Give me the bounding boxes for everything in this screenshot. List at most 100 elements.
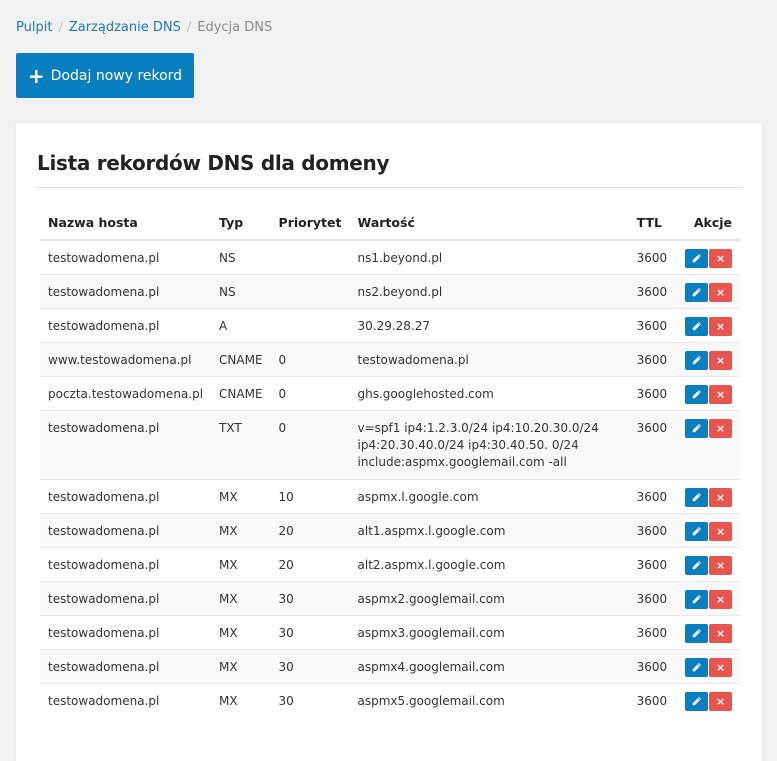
cell-priority: 10 xyxy=(270,478,350,513)
cell-host: testowadomena.pl xyxy=(40,239,212,274)
table-row: testowadomena.pl MX 30 aspmx2.googlemail.co… xyxy=(40,580,740,615)
cell-host: testowadomena.pl xyxy=(40,614,212,649)
cell-priority: 30 xyxy=(270,682,350,717)
cell-type: NS xyxy=(211,239,271,274)
delete-record-button[interactable]: × xyxy=(709,384,732,404)
cell-type: A xyxy=(211,307,271,342)
cell-priority: 20 xyxy=(270,546,350,581)
table-row: testowadomena.pl NS ns1.beyond.pl 3600 × xyxy=(40,239,740,274)
cell-ttl: 3600 xyxy=(628,375,676,410)
delete-record-button[interactable]: × xyxy=(709,350,732,370)
close-icon: × xyxy=(715,626,726,640)
cell-host: testowadomena.pl xyxy=(40,648,212,683)
delete-record-button[interactable]: × xyxy=(709,555,732,575)
delete-record-button[interactable]: × xyxy=(709,521,732,541)
cell-actions: × xyxy=(675,546,740,581)
cell-type: MX xyxy=(211,682,271,717)
delete-record-button[interactable]: × xyxy=(709,316,732,336)
cell-priority: 20 xyxy=(270,512,350,547)
edit-record-button[interactable] xyxy=(685,282,708,302)
edit-record-button[interactable] xyxy=(685,316,708,336)
edit-record-button[interactable] xyxy=(685,589,708,609)
table-row: testowadomena.pl A 30.29.28.27 3600 × xyxy=(40,307,740,342)
edit-record-button[interactable] xyxy=(685,555,708,575)
panel-title: Lista rekordów DNS dla domeny xyxy=(37,151,390,175)
close-icon: × xyxy=(715,421,726,435)
cell-actions: × xyxy=(675,273,740,308)
header-ttl: TTL xyxy=(628,205,676,241)
table-header-row: Nazwa hosta Typ Priorytet Wartość TTL Ak… xyxy=(40,205,740,241)
delete-record-button[interactable]: × xyxy=(709,249,732,268)
pencil-icon xyxy=(692,526,701,535)
breadcrumb-separator: / xyxy=(58,20,63,35)
cell-priority xyxy=(270,273,350,308)
delete-record-button[interactable]: × xyxy=(709,589,732,609)
cell-ttl: 3600 xyxy=(628,546,676,581)
edit-record-button[interactable] xyxy=(685,384,708,404)
edit-record-button[interactable] xyxy=(685,487,708,507)
cell-ttl: 3600 xyxy=(628,648,676,683)
delete-record-button[interactable]: × xyxy=(709,657,732,677)
cell-priority xyxy=(270,239,350,274)
table-row: testowadomena.pl MX 30 aspmx3.googlemail.co… xyxy=(40,614,740,649)
cell-ttl: 3600 xyxy=(628,409,676,479)
table-row: testowadomena.pl MX 20 alt2.aspmx.l.google.… xyxy=(40,546,740,581)
breadcrumb-home-link[interactable]: Pulpit xyxy=(16,20,52,35)
edit-record-button[interactable] xyxy=(685,418,708,438)
cell-ttl: 3600 xyxy=(628,580,676,615)
cell-host: testowadomena.pl xyxy=(40,478,212,513)
pencil-icon xyxy=(692,423,701,432)
cell-ttl: 3600 xyxy=(628,682,676,717)
cell-type: MX xyxy=(211,512,271,547)
cell-actions: × xyxy=(675,239,740,274)
delete-record-button[interactable]: × xyxy=(709,418,732,438)
cell-actions: × xyxy=(675,648,740,683)
edit-record-button[interactable] xyxy=(685,657,708,677)
cell-host: testowadomena.pl xyxy=(40,307,212,342)
cell-value: aspmx3.googlemail.com xyxy=(349,614,629,649)
table-body: testowadomena.pl NS ns1.beyond.pl 3600 × test… xyxy=(40,239,740,717)
cell-type: NS xyxy=(211,273,271,308)
cell-host: testowadomena.pl xyxy=(40,546,212,581)
edit-record-button[interactable] xyxy=(685,249,708,268)
close-icon: × xyxy=(715,490,726,504)
delete-record-button[interactable]: × xyxy=(709,623,732,643)
close-icon: × xyxy=(715,252,726,265)
close-icon: × xyxy=(715,285,726,299)
cell-value: aspmx4.googlemail.com xyxy=(349,648,629,683)
cell-ttl: 3600 xyxy=(628,239,676,274)
cell-actions: × xyxy=(675,614,740,649)
add-record-button[interactable]: + Dodaj nowy rekord xyxy=(16,53,194,98)
breadcrumb-dns-manage-link[interactable]: Zarządzanie DNS xyxy=(69,20,181,35)
cell-value: 30.29.28.27 xyxy=(349,307,629,342)
cell-type: CNAME xyxy=(211,375,271,410)
table-row: poczta.testowadomena.pl CNAME 0 ghs.googleh… xyxy=(40,375,740,410)
table-row: testowadomena.pl NS ns2.beyond.pl 3600 × xyxy=(40,273,740,308)
cell-ttl: 3600 xyxy=(628,273,676,308)
cell-actions: × xyxy=(675,341,740,376)
cell-priority xyxy=(270,307,350,342)
edit-record-button[interactable] xyxy=(685,350,708,370)
header-actions: Akcje xyxy=(675,205,740,241)
edit-record-button[interactable] xyxy=(685,623,708,643)
table-row: testowadomena.pl MX 30 aspmx4.googlemail.co… xyxy=(40,648,740,683)
cell-value: aspmx.l.google.com xyxy=(349,478,629,513)
cell-actions: × xyxy=(675,580,740,615)
cell-priority: 30 xyxy=(270,648,350,683)
cell-ttl: 3600 xyxy=(628,512,676,547)
pencil-icon xyxy=(692,594,701,603)
cell-host: testowadomena.pl xyxy=(40,409,212,479)
add-record-label: Dodaj nowy rekord xyxy=(50,67,183,84)
panel-divider xyxy=(37,187,743,188)
close-icon: × xyxy=(715,660,726,674)
header-priority: Priorytet xyxy=(270,205,350,241)
cell-ttl: 3600 xyxy=(628,614,676,649)
edit-record-button[interactable] xyxy=(685,691,708,711)
cell-host: poczta.testowadomena.pl xyxy=(40,375,212,410)
delete-record-button[interactable]: × xyxy=(709,691,732,711)
close-icon: × xyxy=(715,387,726,401)
delete-record-button[interactable]: × xyxy=(709,487,732,507)
delete-record-button[interactable]: × xyxy=(709,282,732,302)
cell-value: v=spf1 ip4:1.2.3.0/24 ip4:10.20.30.0/24 … xyxy=(349,409,629,479)
edit-record-button[interactable] xyxy=(685,521,708,541)
